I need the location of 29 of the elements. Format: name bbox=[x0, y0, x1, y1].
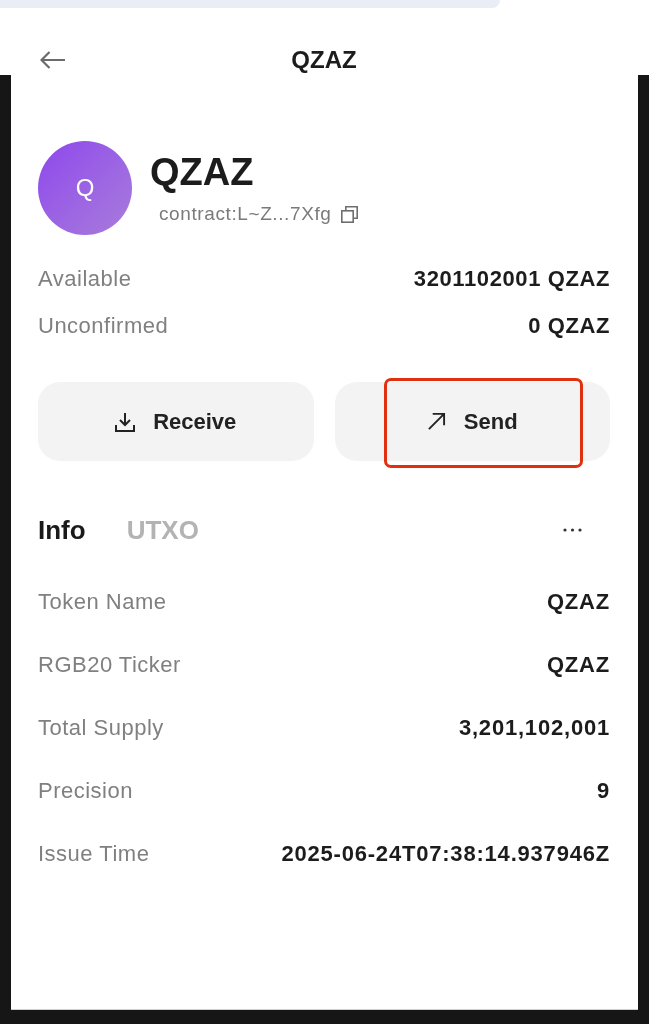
info-label: Token Name bbox=[38, 587, 167, 616]
info-value: QZAZ bbox=[546, 650, 610, 679]
send-button[interactable]: Send bbox=[334, 382, 610, 461]
page-title: QZAZ bbox=[291, 45, 357, 75]
download-icon bbox=[115, 411, 136, 432]
copy-icon bbox=[341, 205, 359, 223]
tab[interactable]: Info bbox=[38, 514, 86, 546]
info-value: 2025-06-24T07:38:14.937946Z bbox=[281, 839, 610, 868]
info-label: Precision bbox=[38, 776, 133, 805]
more-button[interactable] bbox=[563, 528, 582, 532]
balance-value: 0 QZAZ bbox=[528, 311, 610, 340]
copy-button[interactable] bbox=[341, 205, 359, 223]
info-label: RGB20 Ticker bbox=[38, 650, 181, 679]
info-value: 9 bbox=[596, 776, 610, 805]
avatar-letter: Q bbox=[75, 174, 95, 202]
info-value: 3,201,102,001 bbox=[458, 713, 610, 742]
info-label: Issue Time bbox=[38, 839, 150, 868]
contract-id: contract:L~Z...7Xfg bbox=[159, 202, 332, 226]
balance-value: 3201102001 QZAZ bbox=[413, 264, 610, 293]
info-value: QZAZ bbox=[546, 587, 610, 616]
info-label: Total Supply bbox=[38, 713, 164, 742]
back-arrow-icon bbox=[40, 51, 66, 69]
arrow-up-right-icon bbox=[426, 412, 446, 431]
balance-label: Available bbox=[38, 264, 132, 293]
back-button[interactable] bbox=[40, 51, 66, 69]
token-name: QZAZ bbox=[150, 150, 255, 194]
more-icon bbox=[563, 528, 582, 532]
balance-label: Unconfirmed bbox=[38, 311, 169, 340]
receive-button[interactable]: Receive bbox=[38, 382, 314, 461]
